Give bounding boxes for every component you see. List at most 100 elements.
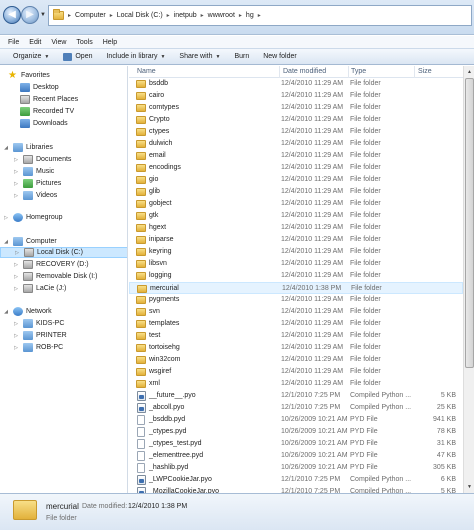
nav-recovery[interactable]: ▷ RECOVERY (D:) xyxy=(0,259,127,270)
new-folder-button[interactable]: New folder xyxy=(263,53,296,60)
menu-edit[interactable]: Edit xyxy=(28,39,42,46)
column-divider[interactable] xyxy=(414,66,415,78)
column-type[interactable]: Type xyxy=(351,68,366,75)
table-row[interactable]: mercurial 12/4/2010 1:38 PM File folder xyxy=(129,282,463,294)
table-row[interactable]: dulwich 12/4/2010 11:29 AM File folder xyxy=(129,138,463,150)
address-bar[interactable]: ▸ Computer ▸ Local Disk (C:) ▸ inetpub ▸… xyxy=(48,5,472,26)
collapse-arrow-icon[interactable]: ◢ xyxy=(2,239,10,245)
scrollbar-thumb[interactable] xyxy=(465,78,474,368)
table-row[interactable]: gio 12/4/2010 11:29 AM File folder xyxy=(129,174,463,186)
table-row[interactable]: pygments 12/4/2010 11:29 AM File folder xyxy=(129,294,463,306)
table-row[interactable]: glib 12/4/2010 11:29 AM File folder xyxy=(129,186,463,198)
table-row[interactable]: svn 12/4/2010 11:29 AM File folder xyxy=(129,306,463,318)
table-row[interactable]: xml 12/4/2010 11:29 AM File folder xyxy=(129,378,463,390)
table-row[interactable]: libsvn 12/4/2010 11:29 AM File folder xyxy=(129,258,463,270)
menu-tools[interactable]: Tools xyxy=(75,39,93,46)
expand-arrow-icon[interactable]: ▷ xyxy=(12,345,20,351)
nav-documents[interactable]: ▷ Documents xyxy=(0,154,127,165)
back-button[interactable]: ◀ xyxy=(3,6,21,24)
column-divider[interactable] xyxy=(348,66,349,78)
column-divider[interactable] xyxy=(279,66,280,78)
table-row[interactable]: cairo 12/4/2010 11:29 AM File folder xyxy=(129,90,463,102)
chevron-right-icon[interactable]: ▸ xyxy=(258,12,261,19)
open-button[interactable]: Open xyxy=(63,52,92,61)
menu-file[interactable]: File xyxy=(7,39,20,46)
expand-arrow-icon[interactable]: ▷ xyxy=(12,193,20,199)
table-row[interactable]: iniparse 12/4/2010 11:29 AM File folder xyxy=(129,234,463,246)
nav-printer[interactable]: ▷ PRINTER xyxy=(0,330,127,341)
organize-button[interactable]: Organize ▼ xyxy=(13,53,49,60)
table-row[interactable]: ctypes 12/4/2010 11:29 AM File folder xyxy=(129,126,463,138)
table-row[interactable]: gtk 12/4/2010 11:29 AM File folder xyxy=(129,210,463,222)
nav-rob-pc[interactable]: ▷ ROB-PC xyxy=(0,342,127,353)
nav-computer[interactable]: ◢ Computer xyxy=(0,236,127,247)
table-row[interactable]: _ctypes.pyd 10/26/2009 10:21 AM PYD File 78… xyxy=(129,426,463,438)
vertical-scrollbar[interactable]: ▲ ▼ xyxy=(463,66,474,493)
share-with-button[interactable]: Share with ▼ xyxy=(179,53,220,60)
table-row[interactable]: hgext 12/4/2010 11:29 AM File folder xyxy=(129,222,463,234)
expand-arrow-icon[interactable]: ▷ xyxy=(12,286,20,292)
table-row[interactable]: win32com 12/4/2010 11:29 AM File folder xyxy=(129,354,463,366)
table-row[interactable]: Crypto 12/4/2010 11:29 AM File folder xyxy=(129,114,463,126)
table-row[interactable]: _abcoll.pyo 12/1/2010 7:25 PM Compiled Pyt… xyxy=(129,402,463,414)
nav-removable-disk[interactable]: ▷ Removable Disk (I:) xyxy=(0,271,127,282)
nav-recorded-tv[interactable]: Recorded TV xyxy=(0,106,127,117)
nav-pictures[interactable]: ▷ Pictures xyxy=(0,178,127,189)
nav-local-disk[interactable]: ▷ Local Disk (C:) xyxy=(0,247,127,258)
table-row[interactable]: _MozillaCookieJar.pyo 12/1/2010 7:25 PM Co… xyxy=(129,486,463,493)
breadcrumb-hg[interactable]: hg xyxy=(246,12,254,19)
table-row[interactable]: encodings 12/4/2010 11:29 AM File folder xyxy=(129,162,463,174)
expand-arrow-icon[interactable]: ▷ xyxy=(12,333,20,339)
scroll-down-icon[interactable]: ▼ xyxy=(465,482,474,492)
collapse-arrow-icon[interactable]: ◢ xyxy=(2,309,10,315)
chevron-right-icon[interactable]: ▸ xyxy=(167,12,170,19)
nav-desktop[interactable]: Desktop xyxy=(0,82,127,93)
table-row[interactable]: keyring 12/4/2010 11:29 AM File folder xyxy=(129,246,463,258)
table-row[interactable]: email 12/4/2010 11:29 AM File folder xyxy=(129,150,463,162)
chevron-right-icon[interactable]: ▸ xyxy=(239,12,242,19)
table-row[interactable]: logging 12/4/2010 11:29 AM File folder xyxy=(129,270,463,282)
nav-libraries[interactable]: ◢ Libraries xyxy=(0,142,127,153)
table-row[interactable]: _bsddb.pyd 10/26/2009 10:21 AM PYD File 941… xyxy=(129,414,463,426)
menu-help[interactable]: Help xyxy=(102,39,118,46)
table-row[interactable]: _elementtree.pyd 10/26/2009 10:21 AM PYD F… xyxy=(129,450,463,462)
scroll-up-icon[interactable]: ▲ xyxy=(465,67,474,77)
nav-network[interactable]: ◢ Network xyxy=(0,306,127,317)
nav-kids-pc[interactable]: ▷ KIDS-PC xyxy=(0,318,127,329)
column-date-modified[interactable]: Date modified xyxy=(283,68,326,75)
table-row[interactable]: comtypes 12/4/2010 11:29 AM File folder xyxy=(129,102,463,114)
nav-lacie[interactable]: ▷ LaCie (J:) xyxy=(0,283,127,294)
table-row[interactable]: templates 12/4/2010 11:29 AM File folder xyxy=(129,318,463,330)
table-row[interactable]: test 12/4/2010 11:29 AM File folder xyxy=(129,330,463,342)
nav-videos[interactable]: ▷ Videos xyxy=(0,190,127,201)
collapse-arrow-icon[interactable]: ◢ xyxy=(2,145,10,151)
chevron-right-icon[interactable]: ▸ xyxy=(110,12,113,19)
table-row[interactable]: gobject 12/4/2010 11:29 AM File folder xyxy=(129,198,463,210)
table-row[interactable]: _hashlib.pyd 10/26/2009 10:21 AM PYD File 3… xyxy=(129,462,463,474)
include-in-library-button[interactable]: Include in library ▼ xyxy=(106,53,165,60)
nav-homegroup[interactable]: ▷ Homegroup xyxy=(0,212,127,223)
expand-arrow-icon[interactable]: ▷ xyxy=(12,157,20,163)
table-row[interactable]: _ctypes_test.pyd 10/26/2009 10:21 AM PYD F… xyxy=(129,438,463,450)
table-row[interactable]: _LWPCookieJar.pyo 12/1/2010 7:25 PM Compil… xyxy=(129,474,463,486)
expand-arrow-icon[interactable]: ▷ xyxy=(12,274,20,280)
table-row[interactable]: __future__.pyo 12/1/2010 7:25 PM Compiled … xyxy=(129,390,463,402)
forward-button[interactable]: ▶ xyxy=(21,6,39,24)
chevron-right-icon[interactable]: ▸ xyxy=(68,12,71,19)
nav-recent-places[interactable]: Recent Places xyxy=(0,94,127,105)
expand-arrow-icon[interactable]: ▷ xyxy=(12,169,20,175)
column-size[interactable]: Size xyxy=(418,68,432,75)
column-name[interactable]: Name xyxy=(137,68,156,75)
breadcrumb-computer[interactable]: Computer xyxy=(75,12,106,19)
expand-arrow-icon[interactable]: ▷ xyxy=(13,250,21,256)
table-row[interactable]: bsddb 12/4/2010 11:29 AM File folder xyxy=(129,78,463,90)
breadcrumb-local-disk[interactable]: Local Disk (C:) xyxy=(117,12,163,19)
expand-arrow-icon[interactable]: ▷ xyxy=(2,215,10,221)
expand-arrow-icon[interactable]: ▷ xyxy=(12,321,20,327)
breadcrumb-wwwroot[interactable]: wwwroot xyxy=(208,12,235,19)
menu-view[interactable]: View xyxy=(50,39,67,46)
expand-arrow-icon[interactable]: ▷ xyxy=(12,181,20,187)
recent-pages-icon[interactable]: ▼ xyxy=(40,12,46,20)
burn-button[interactable]: Burn xyxy=(234,53,249,60)
nav-favorites[interactable]: ★ Favorites xyxy=(0,70,127,81)
